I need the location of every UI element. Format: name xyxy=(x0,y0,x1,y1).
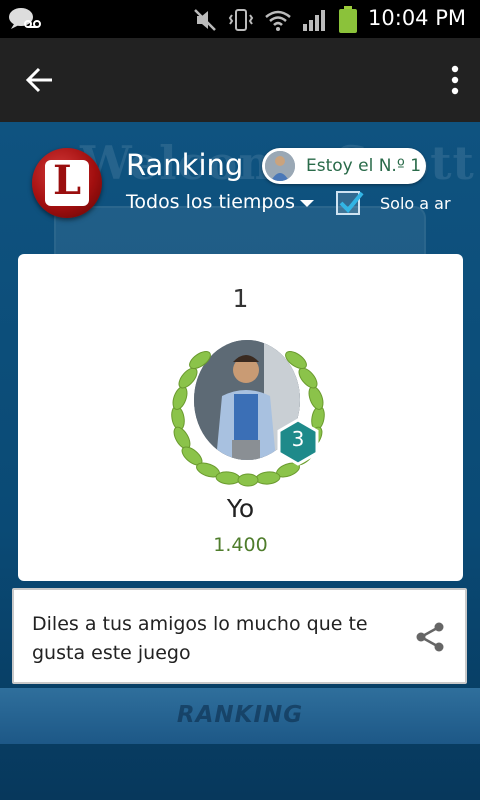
status-bar: 10:04 PM xyxy=(0,0,480,38)
voicemail-notification-icon xyxy=(8,7,42,35)
arrow-left-icon[interactable] xyxy=(22,62,58,98)
leaderboard-card: 1 3 Yo 1.400 xyxy=(18,254,463,581)
vibrate-icon xyxy=(228,9,254,31)
friends-only-checkbox[interactable] xyxy=(336,191,364,215)
friends-only-label: Solo a ar xyxy=(380,194,451,213)
battery-icon xyxy=(339,6,357,33)
share-icon[interactable] xyxy=(413,620,447,654)
level-number: 3 xyxy=(291,427,305,451)
my-rank-label: Estoy el N.º 1 xyxy=(306,156,422,176)
time-filter-dropdown[interactable]: Todos los tiempos xyxy=(126,191,295,213)
avatar xyxy=(265,151,295,181)
app-logo-letter: L xyxy=(52,157,82,204)
chevron-down-icon[interactable] xyxy=(300,200,314,207)
action-bar xyxy=(0,38,480,122)
player-name: Yo xyxy=(226,494,255,523)
player-score: 1.400 xyxy=(213,534,268,556)
signal-icon xyxy=(303,10,325,31)
page-title: Ranking xyxy=(126,148,244,182)
share-banner[interactable]: Diles a tus amigos lo mucho que te gusta… xyxy=(12,588,467,684)
rank-number: 1 xyxy=(232,284,249,313)
my-rank-button[interactable]: Estoy el N.º 1 xyxy=(262,148,426,184)
wifi-icon xyxy=(265,10,291,31)
mute-icon xyxy=(194,9,216,31)
more-vertical-icon[interactable] xyxy=(448,64,462,96)
share-text: Diles a tus amigos lo mucho que te gusta… xyxy=(32,613,368,664)
status-time: 10:04 PM xyxy=(368,6,466,30)
checkmark-icon xyxy=(339,191,364,213)
app-logo: L xyxy=(32,148,102,218)
background-ranking-label: RANKING xyxy=(176,702,304,728)
